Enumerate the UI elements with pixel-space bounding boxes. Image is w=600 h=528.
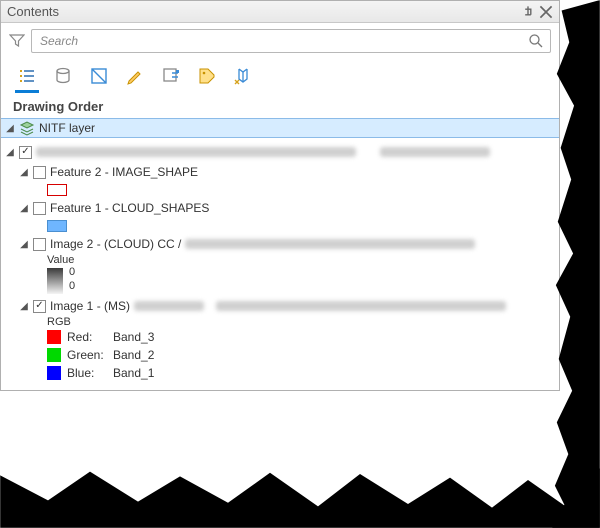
- rgb-header: RGB: [47, 316, 551, 328]
- rgb-blue-row[interactable]: Blue: Band_1: [47, 364, 551, 382]
- checkbox[interactable]: [33, 300, 46, 313]
- rgb-green-row[interactable]: Green: Band_2: [47, 346, 551, 364]
- list-editing-button[interactable]: [123, 63, 147, 93]
- expander-icon[interactable]: ◢: [5, 147, 15, 157]
- checkbox[interactable]: [33, 202, 46, 215]
- redacted-text: [185, 239, 475, 249]
- checkbox[interactable]: [33, 166, 46, 179]
- list-drawing-order-button[interactable]: [15, 63, 39, 93]
- search-row: [1, 23, 559, 59]
- nitf-layer-row[interactable]: ◢ NITF layer: [1, 118, 559, 138]
- nitf-layer-label: NITF layer: [39, 121, 95, 135]
- expander-icon[interactable]: ◢: [5, 123, 15, 133]
- red-label: Red:: [67, 330, 107, 344]
- redacted-text: [216, 301, 506, 311]
- image2-node: ◢ Image 2 - (CLOUD) CC / Value 0 0: [19, 234, 551, 296]
- expander-icon[interactable]: ◢: [19, 203, 29, 213]
- symbol-swatch[interactable]: [47, 220, 67, 232]
- blue-label: Blue:: [67, 366, 107, 380]
- gradient-swatch[interactable]: [47, 268, 63, 294]
- value-header: Value: [47, 254, 551, 266]
- rgb-red-row[interactable]: Red: Band_3: [47, 328, 551, 346]
- list-snapping-button[interactable]: [159, 63, 183, 93]
- contents-panel: Contents: [0, 0, 560, 391]
- list-selection-button[interactable]: [87, 63, 111, 93]
- panel-title: Contents: [7, 4, 59, 19]
- redacted-text: [380, 147, 490, 157]
- feature1-label[interactable]: Feature 1 - CLOUD_SHAPES: [50, 201, 209, 215]
- section-drawing-order: Drawing Order: [1, 93, 559, 118]
- expander-icon[interactable]: ◢: [19, 301, 29, 311]
- layer-group-icon: [19, 120, 35, 136]
- expander-icon[interactable]: ◢: [19, 167, 29, 177]
- list-data-source-button[interactable]: [51, 63, 75, 93]
- checkbox[interactable]: [33, 238, 46, 251]
- search-input[interactable]: [38, 33, 528, 49]
- feature2-label[interactable]: Feature 2 - IMAGE_SHAPE: [50, 165, 198, 179]
- autohide-icon[interactable]: [521, 5, 535, 19]
- close-icon[interactable]: [539, 5, 553, 19]
- blue-band: Band_1: [113, 366, 154, 380]
- redacted-text: [134, 301, 204, 311]
- feature1-node: ◢ Feature 1 - CLOUD_SHAPES: [19, 198, 551, 234]
- feature2-node: ◢ Feature 2 - IMAGE_SHAPE: [19, 162, 551, 198]
- gradient-bottom-value: 0: [69, 280, 75, 292]
- search-icon[interactable]: [528, 33, 544, 49]
- torn-edge-decoration: [0, 468, 600, 528]
- gradient-top-value: 0: [69, 266, 75, 278]
- symbol-swatch[interactable]: [47, 184, 67, 196]
- nitf-root-node: ◢ ◢ Feature 2 - IMAGE_SHAPE: [5, 142, 551, 382]
- red-swatch: [47, 330, 61, 344]
- red-band: Band_3: [113, 330, 154, 344]
- image1-node: ◢ Image 1 - (MS) RGB Red: Band_3: [19, 296, 551, 382]
- list-perspective-button[interactable]: [231, 63, 255, 93]
- checkbox[interactable]: [19, 146, 32, 159]
- green-label: Green:: [67, 348, 107, 362]
- filter-icon[interactable]: [9, 33, 25, 49]
- image2-label-prefix[interactable]: Image 2 - (CLOUD) CC /: [50, 237, 181, 251]
- blue-swatch: [47, 366, 61, 380]
- list-labeling-button[interactable]: [195, 63, 219, 93]
- image1-label-prefix[interactable]: Image 1 - (MS): [50, 299, 130, 313]
- redacted-text: [36, 147, 356, 157]
- search-box[interactable]: [31, 29, 551, 53]
- panel-titlebar: Contents: [1, 1, 559, 23]
- green-band: Band_2: [113, 348, 154, 362]
- toolbar: [1, 59, 559, 93]
- layer-tree: ◢ ◢ Feature 2 - IMAGE_SHAPE: [1, 138, 559, 390]
- expander-icon[interactable]: ◢: [19, 239, 29, 249]
- green-swatch: [47, 348, 61, 362]
